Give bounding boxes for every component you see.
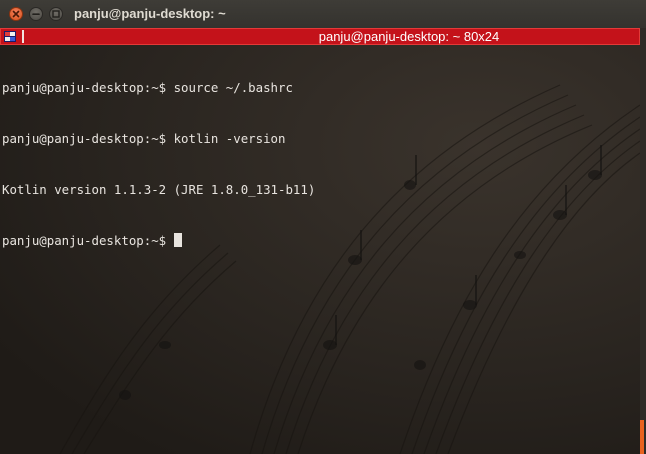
close-icon [12, 10, 20, 18]
minimize-icon [32, 13, 40, 15]
window-title: panju@panju-desktop: ~ [74, 6, 226, 21]
terminal-prompt-line[interactable]: panju@panju-desktop:~$ [2, 232, 315, 249]
maximize-icon [52, 10, 60, 18]
terminal-status-bar: panju@panju-desktop: ~ 80x24 [0, 28, 640, 45]
terminal-line: panju@panju-desktop:~$ kotlin -version [2, 131, 286, 146]
terminal-lines: panju@panju-desktop:~$ source ~/.bashrc … [2, 45, 315, 283]
terminal-scrollbar[interactable] [640, 45, 646, 454]
status-bar-edge [640, 28, 646, 45]
terminal-line: Kotlin version 1.1.3-2 (JRE 1.8.0_131-b1… [2, 182, 316, 197]
maximize-window-button[interactable] [49, 7, 63, 21]
terminal-prompt: panju@panju-desktop:~$ [2, 233, 167, 248]
scrollbar-thumb[interactable] [640, 420, 644, 454]
title-bar[interactable]: panju@panju-desktop: ~ [0, 0, 646, 29]
text-cursor [174, 233, 183, 247]
terminal-window: panju@panju-desktop: ~ panju@panju-deskt… [0, 0, 646, 454]
terminal-output-area[interactable]: panju@panju-desktop:~$ source ~/.bashrc … [0, 45, 640, 454]
minimize-window-button[interactable] [29, 7, 43, 21]
status-text: panju@panju-desktop: ~ 80x24 [318, 29, 500, 44]
terminal-line: panju@panju-desktop:~$ source ~/.bashrc [2, 80, 293, 95]
close-window-button[interactable] [9, 7, 23, 21]
